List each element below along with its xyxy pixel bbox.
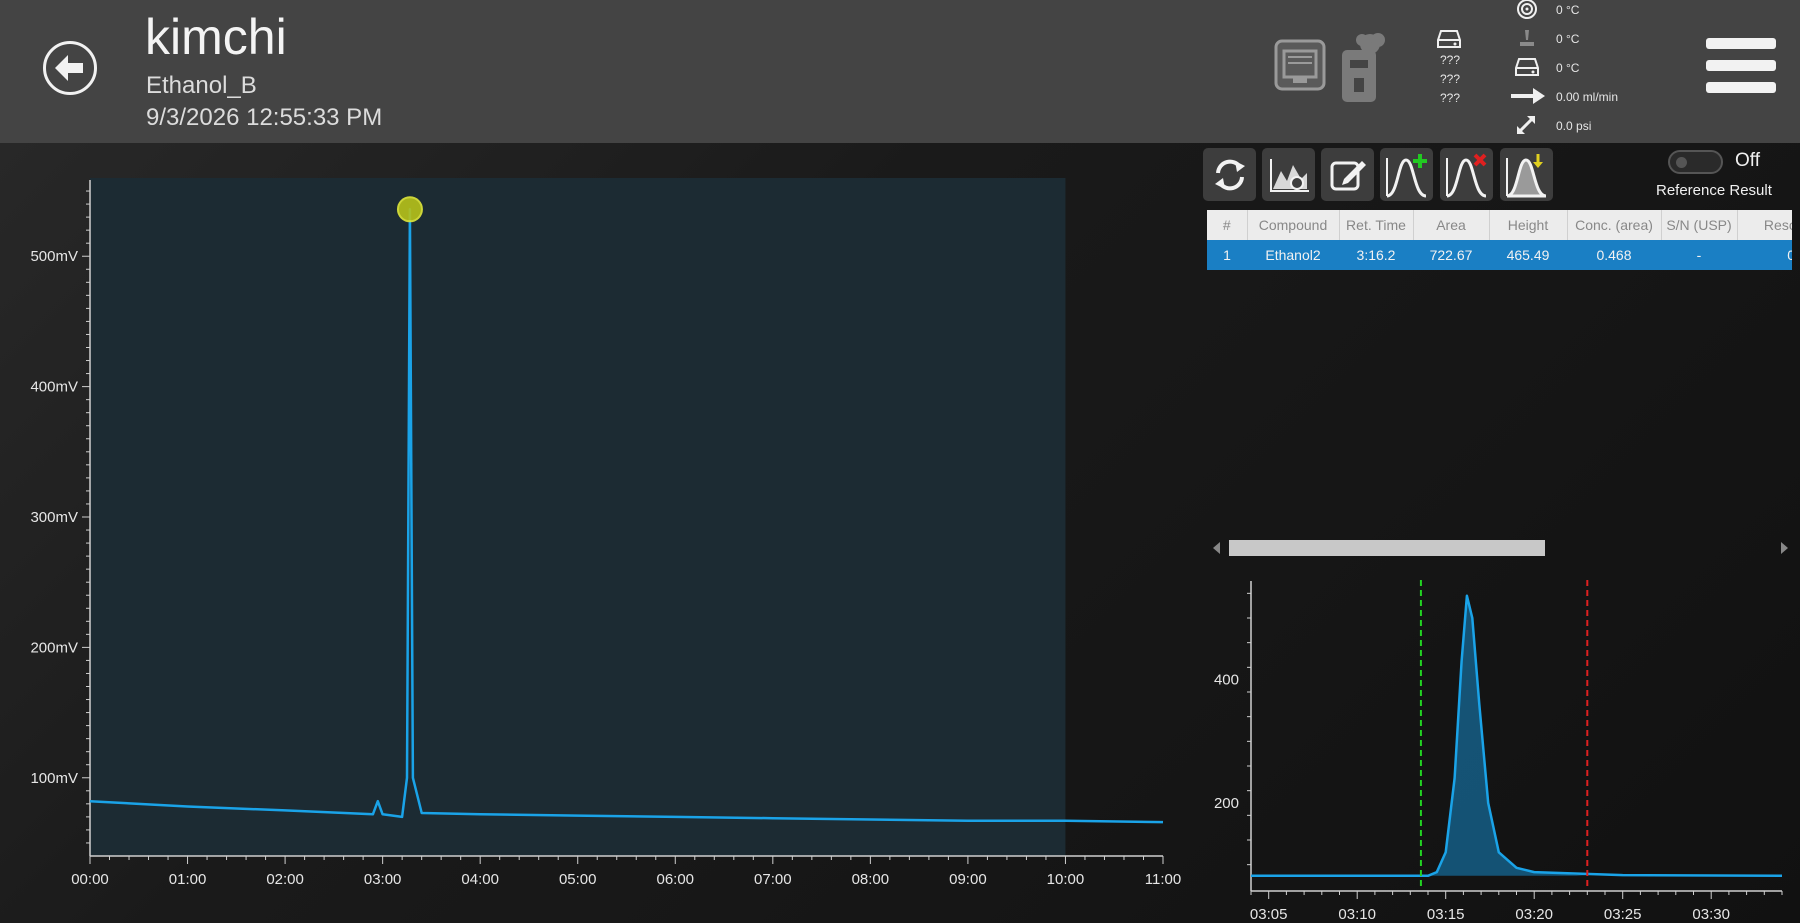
cell-index: 1	[1207, 240, 1247, 270]
toggle-state-label: Off	[1735, 150, 1760, 171]
x-tick-label: 03:30	[1692, 906, 1730, 923]
table-row[interactable]: 1 Ethanol2 3:16.2 722.67 465.49 0.468 - …	[1207, 240, 1792, 270]
header-bar: kimchi Ethanol_B 9/3/2026 12:55:33 PM ??…	[0, 0, 1800, 143]
add-peak-button[interactable]	[1380, 148, 1433, 201]
y-tick-label: 500mV	[30, 248, 78, 265]
injector-temp: 0 °C	[1556, 32, 1580, 46]
x-tick-label: 03:15	[1427, 906, 1465, 923]
peak-area	[1420, 595, 1588, 876]
integration-settings-button[interactable]	[1262, 148, 1315, 201]
edit-button[interactable]	[1321, 148, 1374, 201]
y-tick-label: 400	[1214, 672, 1239, 689]
x-tick-label: 03:25	[1604, 906, 1642, 923]
toggle-knob	[1676, 157, 1687, 168]
column-header[interactable]: Resolution	[1737, 210, 1792, 240]
arrow-left-icon	[55, 55, 83, 81]
y-tick-label: 200	[1214, 795, 1239, 812]
chart-settings-icon	[1269, 158, 1309, 192]
y-tick-label: 400mV	[30, 379, 78, 396]
menu-line-icon	[1706, 38, 1776, 49]
peak-zoom-chart[interactable]: 200 400 03:05 03:10 03:15 03:20 03:25 03:30	[1200, 575, 1800, 923]
x-tick-label: 03:00	[364, 871, 402, 888]
run-datetime: 9/3/2026 12:55:33 PM	[146, 104, 383, 131]
column-header[interactable]: Conc. (area)	[1567, 210, 1662, 240]
drive-status-1: ???	[1440, 53, 1461, 67]
x-tick-label: 09:00	[949, 871, 987, 888]
refresh-button[interactable]	[1203, 148, 1256, 201]
x-tick-label: 03:05	[1250, 906, 1288, 923]
chromatogram-chart[interactable]: 100mV 200mV 300mV 400mV 500mV 00:00 01:00 02:00…	[0, 150, 1200, 923]
refresh-icon	[1214, 159, 1245, 190]
pressure-value: 0.0 psi	[1556, 119, 1592, 133]
hamburger-menu-button[interactable]	[1706, 38, 1776, 98]
column-header[interactable]: Area	[1413, 210, 1490, 240]
x-tick-label: 07:00	[754, 871, 792, 888]
x-tick-label: 01:00	[169, 871, 207, 888]
peak-line	[1251, 594, 1783, 878]
detector-temp: 0 °C	[1556, 61, 1580, 75]
peak-marker	[396, 196, 423, 223]
detector-icon	[1515, 57, 1539, 82]
y-tick-label: 300mV	[30, 509, 78, 526]
cell-height: 465.49	[1489, 240, 1567, 270]
cell-ret-time: 3:16.2	[1339, 240, 1413, 270]
column-header[interactable]: Compound	[1247, 210, 1340, 240]
x-tick-label: 08:00	[852, 871, 890, 888]
column-header[interactable]: #	[1207, 210, 1248, 240]
x-tick-label: 05:00	[559, 871, 597, 888]
menu-line-icon	[1706, 82, 1776, 93]
pressure-icon	[1515, 114, 1537, 141]
column-header[interactable]: Height	[1489, 210, 1568, 240]
x-tick-label: 02:00	[266, 871, 304, 888]
back-button[interactable]	[43, 41, 97, 95]
drive-status-3: ???	[1440, 91, 1461, 105]
plot-area	[90, 178, 1066, 856]
injector-icon	[1517, 28, 1537, 53]
reference-result-toggle[interactable]	[1668, 150, 1723, 174]
x-tick-label: 03:10	[1338, 906, 1376, 923]
scroll-left-icon[interactable]	[1213, 542, 1220, 554]
method-name: Ethanol_B	[146, 72, 257, 99]
y-tick-label: 200mV	[30, 639, 78, 656]
scrollbar-thumb[interactable]	[1229, 540, 1545, 556]
x-tick-label: 10:00	[1047, 871, 1085, 888]
instrument-icon	[1340, 30, 1386, 109]
scroll-right-icon[interactable]	[1781, 542, 1788, 554]
peak-area-download-icon	[1505, 153, 1547, 197]
x-tick-label: 04:00	[461, 871, 499, 888]
network-icon	[1274, 39, 1326, 96]
results-table: # Compound Ret. Time Area Height Conc. (…	[1207, 210, 1792, 270]
y-tick-label: 100mV	[30, 770, 78, 787]
x-tick-label: 11:00	[1145, 871, 1181, 888]
flow-rate: 0.00 ml/min	[1556, 90, 1619, 104]
cell-conc: 0.468	[1567, 240, 1661, 270]
x-tick-label: 00:00	[71, 871, 109, 888]
drive-icon	[1437, 29, 1461, 54]
edit-icon	[1330, 160, 1366, 190]
cell-resolution: 0.0	[1737, 240, 1792, 270]
column-header[interactable]: Ret. Time	[1339, 210, 1414, 240]
export-peak-button[interactable]	[1500, 148, 1553, 201]
add-peak-icon	[1385, 153, 1427, 197]
cell-compound: Ethanol2	[1247, 240, 1339, 270]
column-header[interactable]: S/N (USP)	[1661, 210, 1738, 240]
cell-sn: -	[1661, 240, 1737, 270]
column-oven-icon	[1516, 0, 1538, 25]
table-horizontal-scrollbar[interactable]	[1207, 538, 1792, 558]
remove-peak-icon	[1445, 153, 1487, 197]
drive-status-2: ???	[1440, 72, 1461, 86]
x-tick-label: 03:20	[1515, 906, 1553, 923]
sample-title: kimchi	[145, 9, 287, 65]
column-temp: 0 °C	[1556, 3, 1580, 17]
cell-area: 722.67	[1413, 240, 1489, 270]
x-tick-label: 06:00	[656, 871, 694, 888]
remove-peak-button[interactable]	[1440, 148, 1493, 201]
menu-line-icon	[1706, 60, 1776, 71]
reference-result-label: Reference Result	[1656, 182, 1772, 199]
flow-arrow-icon	[1511, 88, 1545, 109]
